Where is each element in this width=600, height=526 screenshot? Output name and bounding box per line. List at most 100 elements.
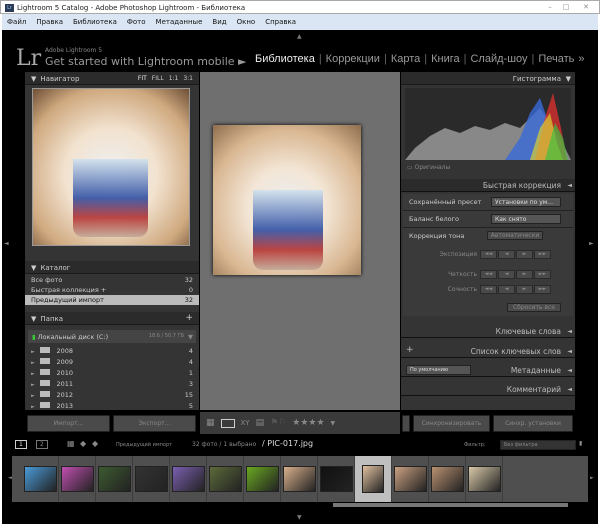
step-button[interactable]: ►► [534, 270, 551, 279]
folder-item[interactable]: ► 2011 3 [25, 379, 199, 390]
step-button[interactable]: ►► [534, 285, 551, 294]
metadata-header[interactable]: По умолчанию Метаданные [401, 364, 575, 377]
filmstrip-source[interactable]: Предыдущий импорт [116, 442, 172, 448]
module-develop[interactable]: Коррекции [326, 53, 380, 65]
module-library[interactable]: Библиотека [255, 53, 315, 65]
left-panel-toggle-icon[interactable]: ◄ [4, 240, 9, 247]
filmstrip-scrollbar[interactable] [333, 503, 568, 507]
catalog-item[interactable]: Быстрая коллекция + 0 [25, 285, 199, 295]
step-button[interactable]: ► [516, 270, 533, 279]
filter-select[interactable]: Без фильтра [500, 440, 576, 450]
filmstrip-thumbnail[interactable] [392, 456, 429, 502]
secondary-window-button[interactable]: 2 [36, 440, 48, 449]
module-book[interactable]: Книга [431, 53, 460, 65]
catalog-header[interactable]: ▼ Каталог [25, 261, 199, 274]
expand-icon[interactable]: ► [31, 404, 36, 408]
compare-view-icon[interactable]: XY [241, 419, 250, 427]
survey-view-icon[interactable]: ▤ [256, 418, 265, 428]
expand-icon[interactable]: ► [31, 360, 36, 366]
menu-photo[interactable]: Фото [127, 18, 146, 26]
mobile-promo[interactable]: Get started with Lightroom mobile ► [45, 55, 246, 68]
zoom-1-1[interactable]: 1:1 [169, 75, 179, 82]
folder-item[interactable]: ► 2012 15 [25, 390, 199, 401]
saved-preset-select[interactable]: Установки по ум... [491, 197, 561, 207]
keyword-list-header[interactable]: + Список ключевых слов [401, 345, 575, 358]
filmstrip-scroll-right-icon[interactable]: ► [590, 475, 594, 481]
expand-icon[interactable]: ► [31, 349, 36, 355]
folder-item[interactable]: ► 2009 4 [25, 357, 199, 368]
filmstrip-thumbnail[interactable] [59, 456, 96, 502]
flag-icon[interactable]: ⚑⚐ [270, 418, 286, 428]
close-button[interactable]: ✕ [579, 3, 593, 12]
menu-metadata[interactable]: Метаданные [156, 18, 203, 26]
rating-stars[interactable]: ★★★★ [292, 418, 324, 428]
step-button[interactable]: ◄◄ [480, 250, 497, 259]
step-button[interactable]: ►► [534, 250, 551, 259]
sync-settings-button[interactable]: Синхр. установки [493, 415, 573, 432]
module-print[interactable]: Печать [538, 53, 574, 65]
folders-header[interactable]: ▼ Папка + [25, 312, 199, 325]
folder-item[interactable]: ► 2010 1 [25, 368, 199, 379]
step-button[interactable]: ◄ [498, 270, 515, 279]
metadata-preset-select[interactable]: По умолчанию [406, 365, 471, 375]
loupe-view-icon[interactable] [220, 418, 235, 428]
import-button[interactable]: Импорт... [27, 415, 110, 432]
step-button[interactable]: ► [516, 285, 533, 294]
originals-checkbox[interactable]: ▭ [407, 164, 413, 171]
filmstrip-filename[interactable]: / PIC-017.jpg [262, 439, 313, 448]
add-folder-button[interactable]: + [185, 313, 193, 323]
module-slideshow[interactable]: Слайд-шоу [470, 53, 527, 65]
zoom-fill[interactable]: FILL [152, 75, 164, 82]
zoom-3-1[interactable]: 3:1 [183, 75, 193, 82]
toolbar-menu-icon[interactable]: ▼ [331, 420, 336, 427]
filmstrip-thumbnail[interactable] [96, 456, 133, 502]
catalog-item[interactable]: Предыдущий импорт 32 [25, 295, 199, 305]
grid-view-icon[interactable]: ▦ [206, 418, 215, 428]
filmstrip-thumbnail[interactable] [244, 456, 281, 502]
folder-item[interactable]: ► 2008 4 [25, 346, 199, 357]
forward-arrow-icon[interactable]: ◆ [92, 439, 98, 448]
navigator-preview[interactable] [32, 88, 190, 246]
auto-tone-button[interactable]: Автоматически [487, 231, 543, 240]
keywording-header[interactable]: Ключевые слова [401, 325, 575, 338]
filmstrip-thumbnail[interactable] [170, 456, 207, 502]
navigator-header[interactable]: ▼ Навигатор FIT FILL 1:1 3:1 [25, 72, 199, 85]
menu-view[interactable]: Вид [212, 18, 226, 26]
reset-all-button[interactable]: Сбросить все [507, 303, 561, 312]
quick-develop-header[interactable]: Быстрая коррекция [401, 179, 575, 192]
back-arrow-icon[interactable]: ◆ [80, 439, 86, 448]
grid-icon[interactable]: ▦ [67, 439, 75, 448]
filmstrip-thumbnail[interactable] [429, 456, 466, 502]
filmstrip-thumbnail[interactable] [318, 456, 355, 502]
step-button[interactable]: ► [516, 250, 533, 259]
main-window-button[interactable]: 1 [15, 440, 27, 449]
zoom-fit[interactable]: FIT [138, 75, 147, 82]
white-balance-select[interactable]: Как снято [491, 214, 561, 224]
menu-file[interactable]: Файл [7, 18, 26, 26]
folder-item[interactable]: ► 2013 5 [25, 401, 199, 408]
right-panel-toggle-icon[interactable]: ► [589, 240, 594, 247]
step-button[interactable]: ◄◄ [480, 270, 497, 279]
module-map[interactable]: Карта [391, 53, 420, 65]
menu-help[interactable]: Справка [265, 18, 296, 26]
menu-library[interactable]: Библиотека [73, 18, 117, 26]
menu-window[interactable]: Окно [237, 18, 256, 26]
maximize-button[interactable]: □ [559, 3, 573, 12]
add-keyword-icon[interactable]: + [406, 345, 414, 355]
export-button[interactable]: Экспорт... [113, 415, 196, 432]
expand-icon[interactable]: ► [31, 393, 36, 399]
minimize-button[interactable]: – [543, 3, 557, 12]
disk-menu-icon[interactable]: ▼ [188, 333, 193, 341]
step-button[interactable]: ◄ [498, 250, 515, 259]
filmstrip-thumbnail[interactable] [281, 456, 318, 502]
originals-toggle[interactable]: ▭ Оригиналы [407, 164, 450, 171]
collapse-bottom-icon[interactable]: ▼ [297, 514, 302, 521]
main-photo[interactable] [213, 125, 361, 275]
histogram-header[interactable]: Гистограмма ▼ [401, 72, 575, 85]
filter-lock-icon[interactable]: ▮ [579, 440, 582, 447]
filmstrip-thumbnail[interactable] [22, 456, 59, 502]
step-button[interactable]: ◄ [498, 285, 515, 294]
catalog-item[interactable]: Все фото 32 [25, 275, 199, 285]
filmstrip-thumbnail[interactable] [207, 456, 244, 502]
comments-header[interactable]: Комментарий [401, 383, 575, 396]
